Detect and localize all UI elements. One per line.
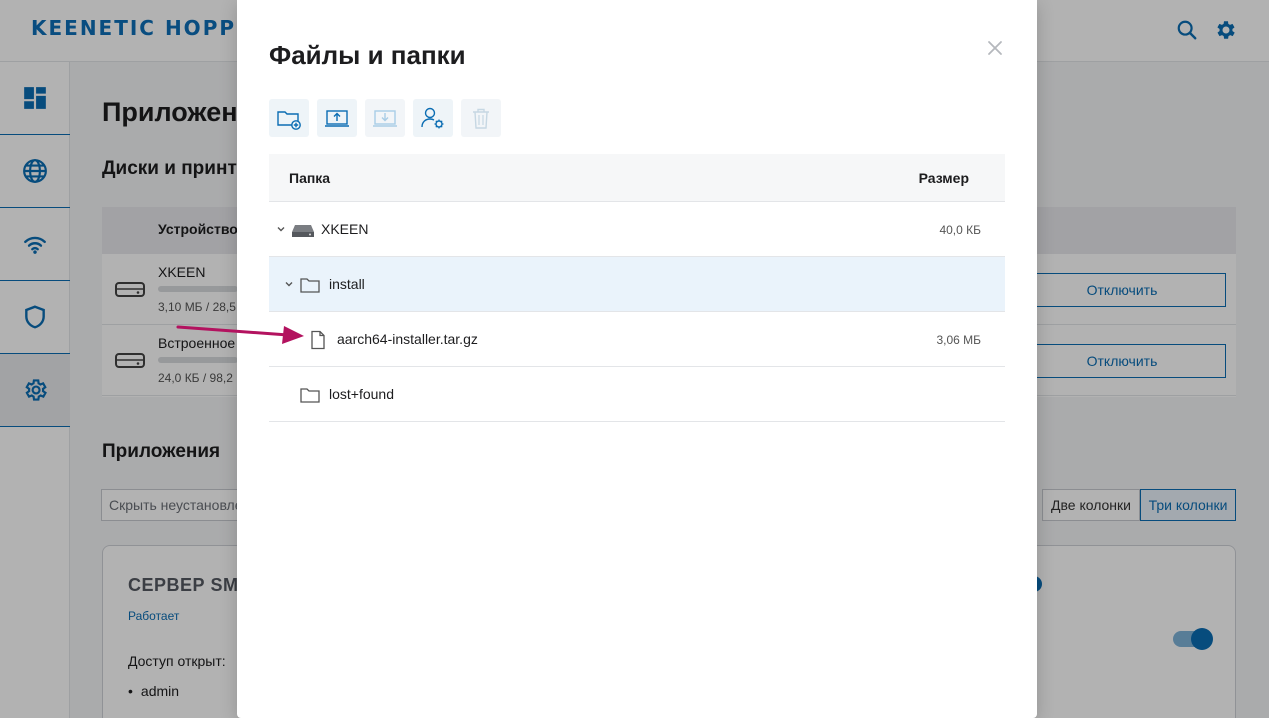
files-and-folders-dialog: Файлы и папки Папка Размер XKEEN 40,0 КБ… [237,0,1037,718]
upload-button[interactable] [317,99,357,137]
tree-item-size: 3,06 МБ [936,333,981,347]
close-icon [988,41,1002,55]
tree-item-name: install [329,276,365,292]
tree-row-folder[interactable]: install [269,257,1005,312]
tree-item-size: 40,0 КБ [939,223,981,237]
tree-item-name: XKEEN [321,221,369,237]
tree-row-file[interactable]: aarch64-installer.tar.gz 3,06 МБ [269,312,1005,367]
create-folder-button[interactable] [269,99,309,137]
folder-icon [300,278,320,293]
column-folder: Папка [289,170,331,186]
file-table-header: Папка Размер [269,154,1005,202]
column-size: Размер [918,170,969,186]
tree-item-name: lost+found [329,386,394,402]
access-settings-button[interactable] [413,99,453,137]
tree-row-folder[interactable]: lost+found [269,367,1005,422]
tree-item-name: aarch64-installer.tar.gz [337,331,478,347]
trash-icon [473,108,489,129]
download-icon [373,110,397,127]
drive-icon [292,225,314,237]
file-tree-table: Папка Размер XKEEN 40,0 КБ install aarch… [269,154,1005,422]
folder-icon [300,388,320,403]
close-button[interactable] [985,38,1005,58]
annotation-arrow-icon [176,325,304,344]
download-button[interactable] [365,99,405,137]
folder-add-icon [277,111,301,130]
delete-button[interactable] [461,99,501,137]
file-icon [311,330,325,350]
tree-row-drive[interactable]: XKEEN 40,0 КБ [269,202,1005,257]
chevron-down-icon[interactable] [275,223,287,235]
chevron-down-icon[interactable] [283,278,295,290]
user-settings-icon [421,107,444,129]
upload-icon [325,110,349,127]
dialog-title: Файлы и папки [269,40,466,70]
